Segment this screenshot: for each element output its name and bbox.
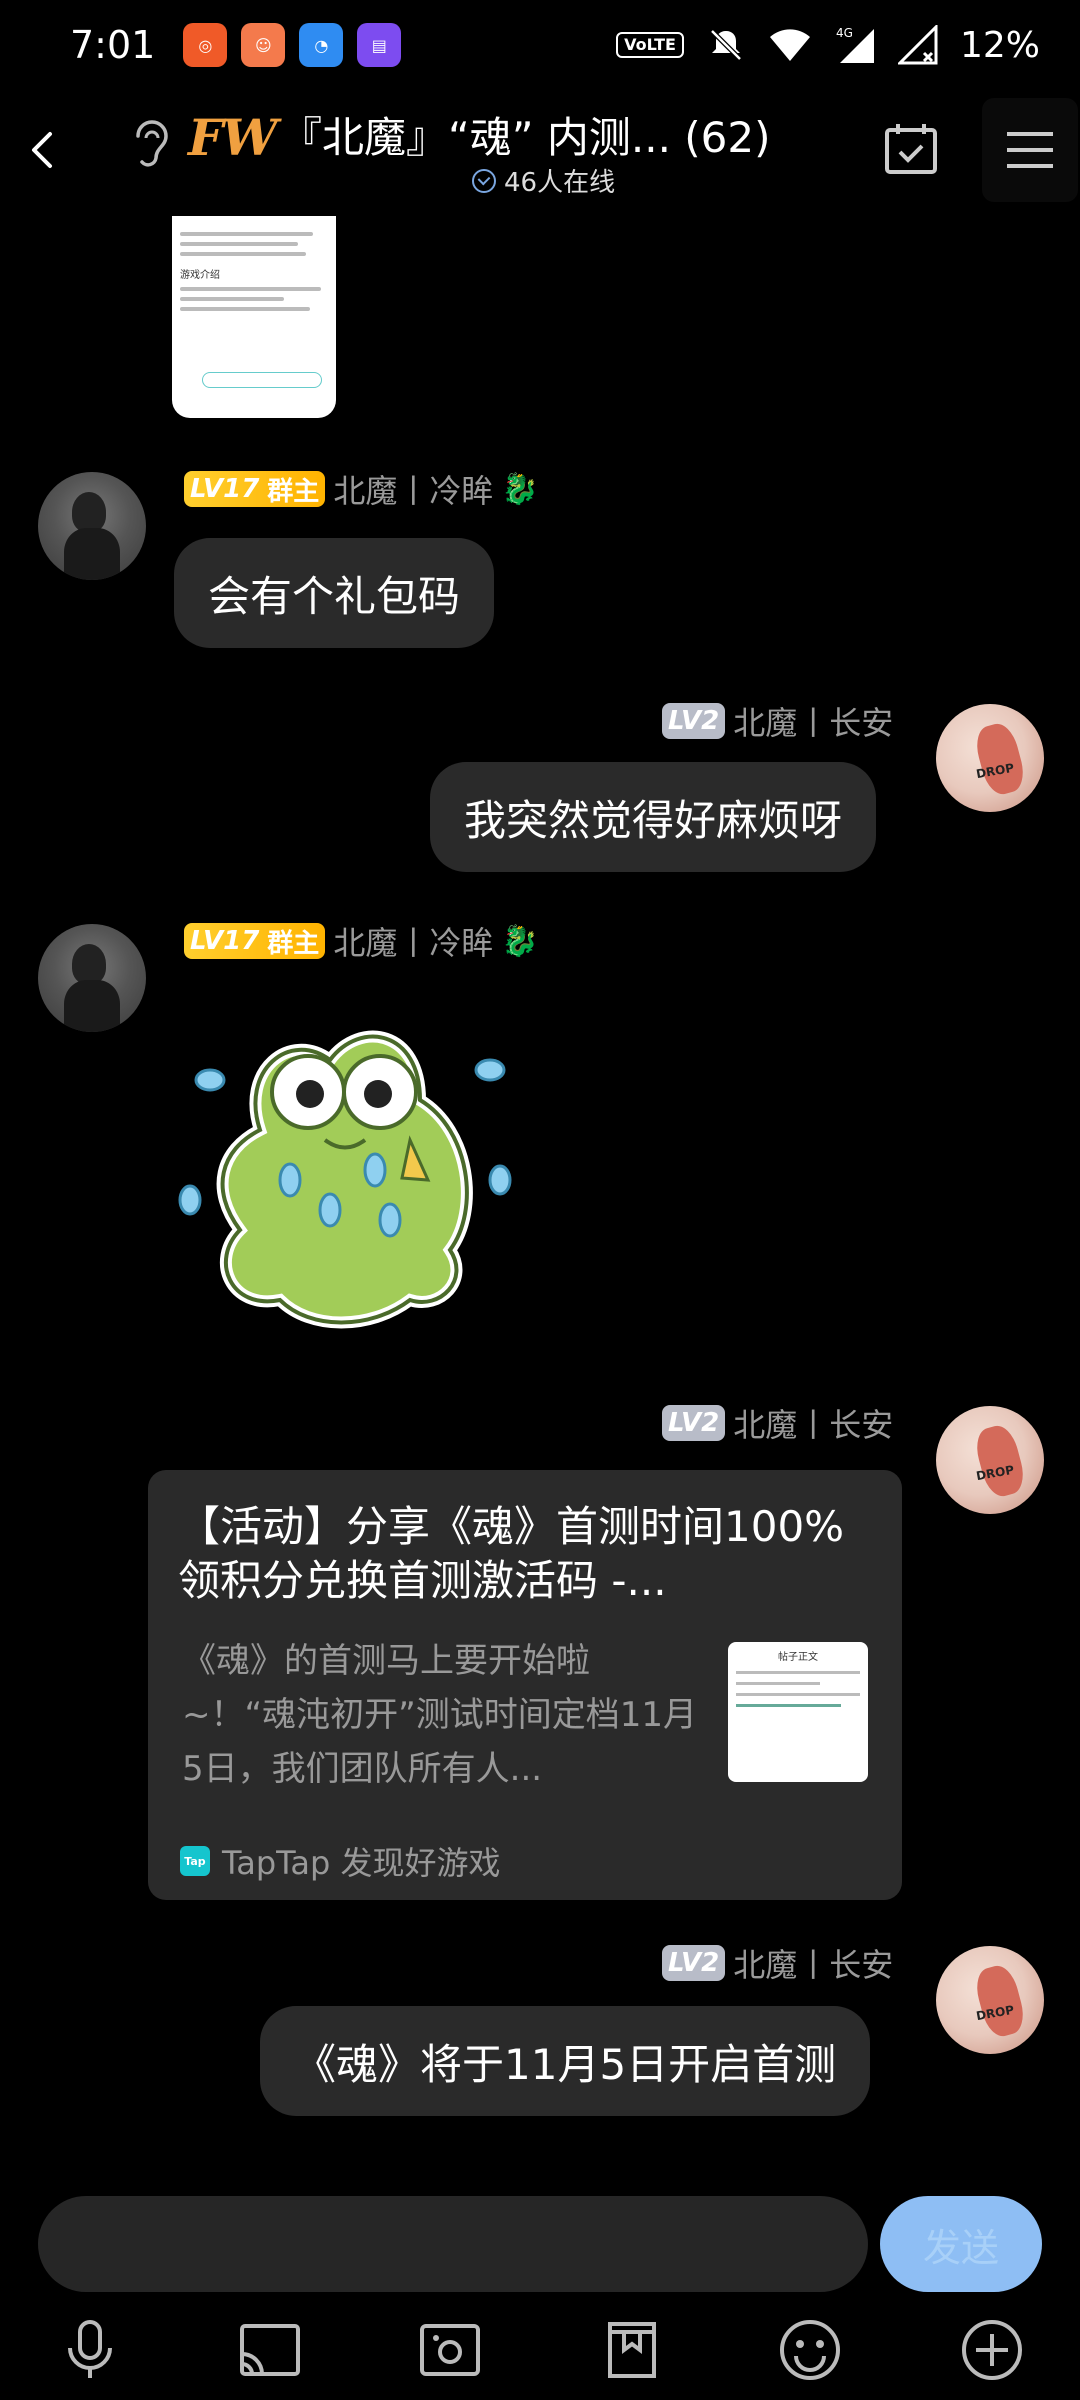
thumbnail-button bbox=[202, 372, 322, 388]
back-button[interactable] bbox=[14, 120, 74, 180]
wifi-icon bbox=[769, 29, 810, 61]
more-button[interactable] bbox=[952, 2310, 1032, 2390]
dragon-badge-icon: 🐉 bbox=[501, 923, 539, 959]
avatar[interactable] bbox=[936, 704, 1044, 812]
gift-button[interactable] bbox=[592, 2310, 672, 2390]
send-button[interactable]: 发送 bbox=[880, 2196, 1042, 2292]
group-title[interactable]: 『北魔』“魂” 内测... (62) bbox=[280, 104, 771, 165]
cast-icon bbox=[240, 2324, 300, 2376]
svg-text:4G: 4G bbox=[836, 26, 853, 40]
sender-info: LV2 北魔丨长安 bbox=[662, 1940, 893, 1986]
thumbnail-section-title: 游戏介绍 bbox=[180, 270, 220, 281]
status-bar: 7:01 ◎ ☺ ◔ ▤ VoLTE 4G 12% bbox=[0, 0, 1080, 90]
message-input[interactable] bbox=[38, 2196, 868, 2292]
message-bubble[interactable]: 会有个礼包码 bbox=[174, 538, 495, 648]
message-text: 会有个礼包码 bbox=[208, 571, 461, 621]
photo-button[interactable] bbox=[410, 2310, 490, 2390]
volte-icon: VoLTE bbox=[616, 32, 684, 58]
sender-name[interactable]: 北魔丨冷眸 bbox=[333, 466, 493, 512]
level-badge: LV2 bbox=[662, 703, 726, 739]
sender-info: LV17 群主 北魔丨冷眸 🐉 bbox=[184, 466, 539, 512]
group-owner-badge: 群主 bbox=[267, 928, 320, 959]
online-count[interactable]: 46人在线 bbox=[472, 162, 615, 199]
battery-percent: 12% bbox=[959, 24, 1040, 66]
avatar[interactable] bbox=[936, 1406, 1044, 1514]
checkin-button[interactable] bbox=[882, 120, 940, 178]
sender-name[interactable]: 北魔丨长安 bbox=[733, 1400, 893, 1446]
notification-icons: ◎ ☺ ◔ ▤ bbox=[183, 23, 402, 67]
microphone-icon bbox=[68, 2320, 112, 2378]
level-badge: LV17 群主 bbox=[184, 923, 326, 959]
plus-icon bbox=[962, 2320, 1022, 2380]
chat-messages: 游戏介绍 LV17群主 北魔丨冷眸 🐉 会有个礼包码 LV2 北魔丨长安 我突然… bbox=[0, 210, 1080, 2170]
image-message-thumbnail[interactable]: 游戏介绍 bbox=[172, 216, 336, 418]
level-badge: LV2 bbox=[662, 1945, 726, 1981]
level-badge: LV17 群主 bbox=[184, 471, 326, 507]
photo-icon bbox=[420, 2324, 480, 2376]
app-notification-icon: ☺ bbox=[241, 23, 286, 67]
group-owner-badge: 群主 bbox=[267, 476, 320, 507]
link-card-thumbnail: 帖子正文 bbox=[728, 1642, 868, 1782]
signal-4g-icon: 4G bbox=[836, 26, 874, 63]
emoji-icon bbox=[780, 2320, 840, 2380]
online-check-icon bbox=[472, 168, 496, 193]
link-card-title: 【活动】分享《魂》首测时间100%领积分兑换首测激活码 -... bbox=[178, 1502, 845, 1605]
status-right: VoLTE 4G 12% bbox=[616, 25, 1040, 66]
link-card-source-name: TapTap 发现好游戏 bbox=[222, 1844, 501, 1882]
message-text: 《魂》将于11月5日开启首测 bbox=[294, 2039, 837, 2089]
sender-name[interactable]: 北魔丨冷眸 bbox=[333, 918, 493, 964]
avatar[interactable] bbox=[38, 472, 146, 580]
message-text: 我突然觉得好麻烦呀 bbox=[464, 795, 843, 845]
thumbnail-title: 帖子正文 bbox=[778, 1652, 818, 1663]
dragon-badge-icon: 🐉 bbox=[501, 471, 539, 507]
group-logo: FW bbox=[188, 108, 278, 167]
app-notification-icon: ▤ bbox=[357, 23, 402, 67]
sender-info: LV17 群主 北魔丨冷眸 🐉 bbox=[184, 918, 539, 964]
chat-header: FW 『北魔』“魂” 内测... (62) 46人在线 bbox=[0, 90, 1080, 210]
signal-icon bbox=[897, 25, 938, 65]
chat-toolbar bbox=[0, 2300, 1080, 2400]
ear-mode-button[interactable] bbox=[128, 114, 172, 174]
emoji-button[interactable] bbox=[770, 2310, 850, 2390]
gift-box-icon bbox=[608, 2322, 656, 2378]
link-card-description: 《魂》的首测马上要开始啦~！“魂沌初开”测试时间定档11月5日，我们团队所有人.… bbox=[182, 1641, 697, 1789]
sender-name[interactable]: 北魔丨长安 bbox=[733, 1940, 893, 1986]
hamburger-menu-icon bbox=[1007, 132, 1053, 168]
message-bubble[interactable]: 《魂》将于11月5日开启首测 bbox=[260, 2006, 871, 2116]
ear-icon bbox=[136, 120, 168, 167]
mute-icon bbox=[710, 29, 742, 61]
sender-info: LV2 北魔丨长安 bbox=[662, 1400, 893, 1446]
menu-button[interactable] bbox=[982, 98, 1078, 202]
calendar-check-icon bbox=[885, 124, 937, 174]
crying-frog-sticker[interactable] bbox=[170, 1010, 540, 1370]
sender-name[interactable]: 北魔丨长安 bbox=[733, 698, 893, 744]
link-share-card[interactable]: 【活动】分享《魂》首测时间100%领积分兑换首测激活码 -... 《魂》的首测马… bbox=[148, 1470, 902, 1900]
app-notification-icon: ◔ bbox=[299, 23, 344, 67]
app-notification-icon: ◎ bbox=[183, 23, 228, 67]
link-card-source: Tap TapTap 发现好游戏 bbox=[180, 1838, 501, 1884]
online-count-label: 46人在线 bbox=[504, 168, 616, 198]
message-bubble[interactable]: 我突然觉得好麻烦呀 bbox=[430, 762, 877, 872]
message-input-bar: 发送 bbox=[0, 2180, 1080, 2300]
taptap-icon: Tap bbox=[180, 1846, 210, 1876]
sender-info: LV2 北魔丨长安 bbox=[662, 698, 893, 744]
status-time: 7:01 bbox=[70, 23, 156, 67]
screen-share-button[interactable] bbox=[230, 2310, 310, 2390]
avatar[interactable] bbox=[936, 1946, 1044, 2054]
chevron-left-icon bbox=[32, 132, 52, 168]
voice-button[interactable] bbox=[50, 2310, 130, 2390]
avatar[interactable] bbox=[38, 924, 146, 1032]
level-badge: LV2 bbox=[662, 1405, 726, 1441]
